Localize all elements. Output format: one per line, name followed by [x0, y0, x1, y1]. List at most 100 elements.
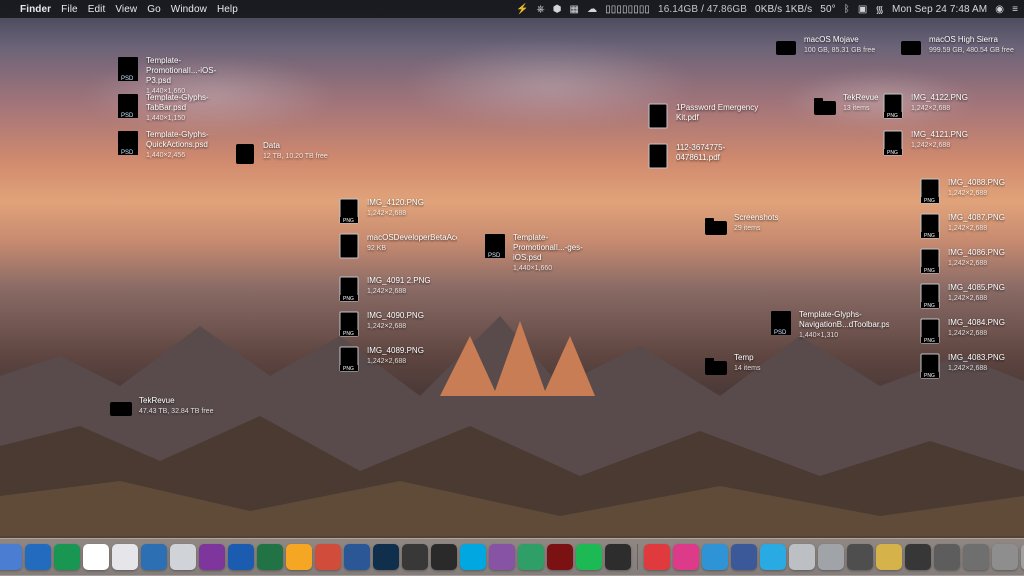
menubar-bluetooth-icon[interactable]: ᛒ — [844, 4, 850, 15]
dock-app-30[interactable] — [644, 544, 670, 570]
dock-app-41[interactable] — [963, 544, 989, 570]
menubar-extra-icon[interactable]: ▯▯▯▯▯▯▯▯ — [605, 4, 650, 15]
dock-app-27[interactable] — [547, 544, 573, 570]
dock-app-17[interactable] — [257, 544, 283, 570]
dock-app-21[interactable] — [373, 544, 399, 570]
dock-app-40[interactable] — [934, 544, 960, 570]
dock-app-9[interactable] — [25, 544, 51, 570]
dock-app-18[interactable] — [286, 544, 312, 570]
desktop-item-fld2[interactable]: Temp14 items — [703, 353, 823, 379]
dock-app-31[interactable] — [673, 544, 699, 570]
menubar-menu-help[interactable]: Help — [217, 4, 238, 15]
desktop-item-png4[interactable]: IMG_4089.PNG1,242×2,688 — [336, 346, 456, 372]
dock-app-14[interactable] — [170, 544, 196, 570]
dock-app-29[interactable] — [605, 544, 631, 570]
desktop-item-hd2[interactable]: macOS High Sierra999.59 GB, 480.54 GB fr… — [898, 35, 1018, 61]
item-sub: 1,440×1,310 — [799, 331, 889, 341]
menubar-net[interactable]: 0KB/s 1KB/s — [755, 4, 812, 15]
menubar-siri-icon[interactable]: ◉ — [995, 4, 1004, 15]
menubar-extra-icon[interactable]: ⚡ — [516, 4, 529, 15]
desktop-item-png11[interactable]: IMG_4084.PNG1,242×2,688 — [917, 318, 1024, 344]
desktop-item-dmg1[interactable]: macOSDeveloperBetaAccessUtility.dmg92 KB — [336, 233, 456, 259]
dock-app-19[interactable] — [315, 544, 341, 570]
desktop-item-png2[interactable]: IMG_4091 2.PNG1,242×2,688 — [336, 276, 456, 302]
menubar-airplay-icon[interactable]: ▣ — [858, 4, 868, 15]
dock-app-28[interactable] — [576, 544, 602, 570]
menubar-menu-window[interactable]: Window — [171, 4, 207, 15]
menubar-extra-icon[interactable]: ⎈ — [537, 4, 545, 15]
dock-app-37[interactable] — [847, 544, 873, 570]
psd-icon — [768, 310, 794, 336]
menubar-mem[interactable]: 16.14GB / 47.86GB — [658, 4, 747, 15]
desktop-item-net1[interactable]: TekRevue47.43 TB, 32.84 TB free — [108, 396, 228, 422]
desktop-item-png5[interactable]: IMG_4122.PNG1,242×2,688 — [880, 93, 1000, 119]
desktop-item-png3[interactable]: IMG_4090.PNG1,242×2,688 — [336, 311, 456, 337]
desktop-item-png12[interactable]: IMG_4083.PNG1,242×2,688 — [917, 353, 1024, 379]
item-name: IMG_4087.PNG — [948, 213, 1005, 223]
dock-app-15[interactable] — [199, 544, 225, 570]
desktop-item-png7[interactable]: IMG_4088.PNG1,242×2,688 — [917, 178, 1024, 204]
dock-app-42[interactable] — [992, 544, 1018, 570]
desktop-item-hd1[interactable]: macOS Mojave100 GB, 85.31 GB free — [773, 35, 893, 61]
drive-int-icon — [773, 35, 799, 61]
menubar-menu-go[interactable]: Go — [147, 4, 161, 15]
menubar-extra-icon[interactable]: ▦ — [570, 4, 580, 15]
dock-app-20[interactable] — [344, 544, 370, 570]
desktop-item-data[interactable]: Data12 TB, 10.20 TB free — [232, 141, 352, 167]
dock-app-23[interactable] — [431, 544, 457, 570]
desktop-item-pdf2[interactable]: 112-3674775-0478611.pdf — [645, 143, 765, 169]
dock-app-38[interactable] — [876, 544, 902, 570]
desktop-item-psd2[interactable]: Template-Glyphs-TabBar.psd1,440×1,150 — [115, 93, 235, 124]
menubar-temp[interactable]: 50° — [820, 4, 835, 15]
dock-app-10[interactable] — [54, 544, 80, 570]
desktop-item-png10[interactable]: IMG_4085.PNG1,242×2,688 — [917, 283, 1024, 309]
item-name: macOSDeveloperBetaAccessUtility.dmg — [367, 233, 457, 243]
dock-app-39[interactable] — [905, 544, 931, 570]
dock-app-35[interactable] — [789, 544, 815, 570]
item-name: Temp — [734, 353, 760, 363]
desktop-item-psd1[interactable]: Template-PromotionalI...-iOS-P3.psd1,440… — [115, 56, 235, 97]
dock-app-34[interactable] — [760, 544, 786, 570]
item-sub: 1,242×2,688 — [948, 364, 1005, 374]
menubar-notifications-icon[interactable]: ≡ — [1012, 4, 1018, 15]
menubar-extra-icon[interactable]: ☁ — [587, 4, 597, 15]
item-sub: 1,440×1,150 — [146, 114, 235, 124]
dock-app-13[interactable] — [141, 544, 167, 570]
desktop-item-psd5[interactable]: Template-Glyphs-NavigationB...dToolbar.p… — [768, 310, 888, 341]
folder-icon — [703, 213, 729, 239]
menubar-menu-edit[interactable]: Edit — [88, 4, 106, 15]
desktop-item-png8[interactable]: IMG_4087.PNG1,242×2,688 — [917, 213, 1024, 239]
item-name: IMG_4089.PNG — [367, 346, 424, 356]
dock-app-36[interactable] — [818, 544, 844, 570]
item-sub: 1,242×2,688 — [367, 357, 424, 367]
desktop-item-pdf1[interactable]: 1Password Emergency Kit.pdf — [645, 103, 765, 129]
dock-app-8[interactable] — [0, 544, 22, 570]
dock-app-32[interactable] — [702, 544, 728, 570]
dock-app-24[interactable] — [460, 544, 486, 570]
dock-app-22[interactable] — [402, 544, 428, 570]
menubar-clock[interactable]: Mon Sep 24 7:48 AM — [892, 4, 987, 15]
dock-app-33[interactable] — [731, 544, 757, 570]
menubar-menu-file[interactable]: File — [61, 4, 78, 15]
png-icon — [336, 276, 362, 302]
desktop-item-png9[interactable]: IMG_4086.PNG1,242×2,688 — [917, 248, 1024, 274]
dock-app-11[interactable] — [83, 544, 109, 570]
psd-icon — [115, 93, 141, 119]
desktop-item-png1[interactable]: IMG_4120.PNG1,242×2,688 — [336, 198, 456, 224]
menubar-dropbox-icon[interactable]: ⬢ — [553, 4, 562, 15]
desktop-item-psd4[interactable]: Template-PromotionalI...-ges-iOS.psd1,44… — [482, 233, 602, 274]
dock-app-26[interactable] — [518, 544, 544, 570]
dock-app-16[interactable] — [228, 544, 254, 570]
drive-ext-icon — [232, 141, 258, 167]
menubar-wifi-icon[interactable]: ᯾ — [875, 2, 884, 16]
dock-app-12[interactable] — [112, 544, 138, 570]
menubar-app[interactable]: Finder — [20, 4, 51, 15]
desktop-area[interactable]: Template-PromotionalI...-iOS-P3.psd1,440… — [0, 18, 1024, 534]
desktop-item-psd3[interactable]: Template-Glyphs-QuickActions.psd1,440×2,… — [115, 130, 235, 161]
item-sub: 1,242×2,688 — [948, 329, 1005, 339]
desktop-item-fld1[interactable]: Screenshots29 items — [703, 213, 823, 239]
item-sub: 92 KB — [367, 244, 457, 254]
menubar-menu-view[interactable]: View — [115, 4, 137, 15]
desktop-item-png6[interactable]: IMG_4121.PNG1,242×2,688 — [880, 130, 1000, 156]
dock-app-25[interactable] — [489, 544, 515, 570]
